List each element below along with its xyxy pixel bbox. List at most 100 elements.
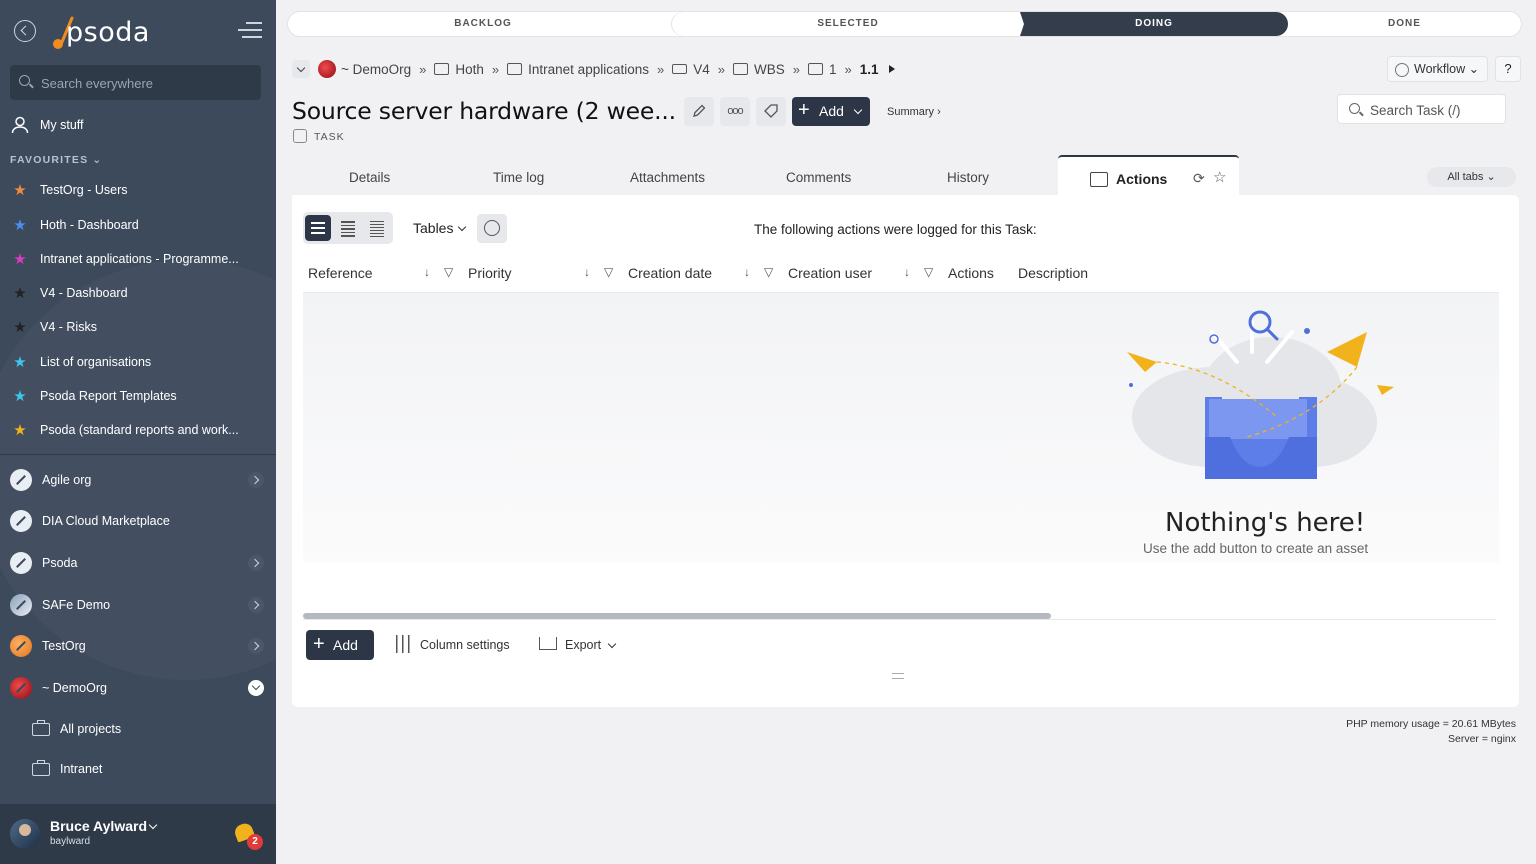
org-item-safe-demo[interactable]: SAFe Demo	[0, 590, 276, 620]
sort-icon[interactable]: ↓	[424, 265, 430, 279]
chevron-right-icon[interactable]	[248, 555, 264, 571]
org-item-dia-cloud[interactable]: DIA Cloud Marketplace	[0, 506, 276, 536]
user-panel[interactable]: Bruce Aylward baylward 2	[0, 804, 276, 864]
chevron-down-icon[interactable]	[148, 820, 158, 830]
global-search[interactable]	[10, 65, 261, 100]
collapse-menu-icon[interactable]	[238, 22, 262, 40]
footer-divider	[303, 619, 1496, 620]
view-list-button[interactable]	[305, 215, 331, 241]
sidebar-item-my-stuff[interactable]: My stuff	[0, 110, 276, 140]
sort-icon[interactable]: ↓	[584, 265, 590, 279]
all-tabs-button[interactable]: All tabs ⌄	[1427, 167, 1516, 187]
star-icon: ★	[13, 217, 27, 234]
favourites-header[interactable]: FAVOURITES ⌄	[10, 154, 102, 166]
more-options-button[interactable]: ooo	[720, 97, 750, 126]
org-icon	[10, 552, 32, 574]
tab-actions[interactable]: Actions ⟳ ☆	[1058, 155, 1239, 197]
tag-button[interactable]	[756, 97, 786, 126]
empty-state-title: Nothing's here!	[1165, 508, 1366, 538]
add-row-button[interactable]: Add	[306, 629, 374, 660]
column-header-actions[interactable]: Actions	[948, 265, 994, 281]
star-icon: ★	[13, 388, 27, 405]
resize-handle-icon[interactable]	[892, 673, 904, 679]
tab-comments[interactable]: Comments	[786, 170, 851, 185]
column-header-creation-user[interactable]: Creation user	[788, 265, 872, 281]
filter-icon[interactable]: ▽	[444, 265, 453, 279]
workflow-step-doing[interactable]: DOING	[1020, 12, 1288, 36]
org-item-psoda[interactable]: Psoda	[0, 548, 276, 578]
org-icon	[10, 594, 32, 616]
column-header-priority[interactable]: Priority	[468, 265, 512, 281]
cloud-sync-button[interactable]	[477, 214, 507, 243]
sidebar-item-all-projects[interactable]: All projects	[0, 714, 276, 744]
breadcrumb-separator: »	[491, 61, 500, 77]
breadcrumb-item-hoth[interactable]: Hoth	[455, 62, 484, 77]
favourite-item[interactable]: ★ V4 - Dashboard	[0, 278, 276, 308]
wbs-icon	[732, 63, 748, 75]
caret-right-icon[interactable]	[888, 65, 895, 73]
favourite-item[interactable]: ★ V4 - Risks	[0, 312, 276, 342]
tab-attachments[interactable]: Attachments	[630, 170, 705, 185]
breadcrumb-separator: »	[717, 61, 725, 77]
refresh-icon[interactable]: ⟳	[1193, 170, 1205, 187]
sort-icon[interactable]: ↓	[744, 265, 750, 279]
user-name[interactable]: Bruce Aylward	[50, 818, 147, 834]
global-search-input[interactable]	[41, 73, 251, 93]
workflow-step-backlog[interactable]: BACKLOG	[288, 12, 678, 36]
chevron-right-icon[interactable]	[248, 472, 264, 488]
star-icon: ★	[13, 354, 27, 371]
org-item-agile-org[interactable]: Agile org	[0, 465, 276, 495]
view-type-dropdown[interactable]: Tables	[413, 220, 453, 236]
breadcrumb-org[interactable]: ~ DemoOrg	[341, 62, 411, 77]
chevron-down-icon[interactable]	[248, 680, 264, 696]
view-dense-button[interactable]	[364, 215, 390, 241]
edit-button[interactable]	[684, 97, 714, 126]
column-settings-button[interactable]: Column settings	[394, 635, 510, 653]
favourite-item[interactable]: ★ Psoda (standard reports and work...	[0, 415, 276, 445]
column-header-creation-date[interactable]: Creation date	[628, 265, 712, 281]
breadcrumb-dropdown-icon[interactable]	[292, 60, 310, 78]
favourite-item[interactable]: ★ List of organisations	[0, 347, 276, 377]
chevron-right-icon[interactable]	[248, 597, 264, 613]
column-header-description[interactable]: Description	[1018, 265, 1088, 281]
column-header-reference[interactable]: Reference	[308, 265, 373, 281]
tab-details[interactable]: Details	[349, 170, 390, 185]
tab-history[interactable]: History	[947, 170, 989, 185]
summary-link[interactable]: Summary ›	[887, 106, 941, 118]
breadcrumb-item-wbs[interactable]: WBS	[754, 62, 785, 77]
sidebar-item-intranet[interactable]: Intranet	[0, 754, 276, 784]
view-compact-button[interactable]	[335, 215, 361, 241]
search-task[interactable]	[1337, 94, 1506, 124]
search-icon	[19, 75, 30, 86]
breadcrumb-item-v4[interactable]: V4	[693, 62, 710, 77]
star-outline-icon[interactable]: ☆	[1213, 168, 1226, 186]
wbs-item-icon	[807, 63, 823, 75]
workflow-step-selected[interactable]: SELECTED	[672, 12, 1024, 36]
filter-icon[interactable]: ▽	[924, 265, 933, 279]
help-button[interactable]: ?	[1495, 56, 1521, 82]
org-item-testorg[interactable]: TestOrg	[0, 631, 276, 661]
page-title: Source server hardware (2 wee...	[292, 97, 676, 125]
add-button[interactable]: Add	[792, 96, 870, 126]
breadcrumb-item-1[interactable]: 1	[829, 62, 837, 77]
export-button[interactable]: Export	[539, 637, 601, 652]
workflow-step-done[interactable]: DONE	[1288, 12, 1521, 36]
filter-icon[interactable]: ▽	[604, 265, 613, 279]
avatar[interactable]	[10, 819, 40, 849]
chevron-right-icon[interactable]	[248, 638, 264, 654]
search-task-input[interactable]	[1370, 101, 1500, 119]
filter-icon[interactable]: ▽	[764, 265, 773, 279]
org-label: ~ DemoOrg	[42, 681, 107, 695]
breadcrumb-separator: »	[844, 61, 852, 77]
favourite-item[interactable]: ★ TestOrg - Users	[0, 175, 276, 205]
org-item-demoorg[interactable]: ~ DemoOrg	[0, 673, 276, 703]
tab-time-log[interactable]: Time log	[493, 170, 544, 185]
favourite-item[interactable]: ★ Hoth - Dashboard	[0, 210, 276, 240]
sort-icon[interactable]: ↓	[904, 265, 910, 279]
workflow-button[interactable]: Workflow ⌄	[1387, 56, 1488, 82]
favourite-item[interactable]: ★ Psoda Report Templates	[0, 381, 276, 411]
favourite-item[interactable]: ★ Intranet applications - Programme...	[0, 244, 276, 274]
back-icon[interactable]	[14, 20, 36, 42]
breadcrumb-item-intranet-applications[interactable]: Intranet applications	[528, 62, 649, 77]
sidebar-item-label: Intranet	[60, 762, 103, 776]
